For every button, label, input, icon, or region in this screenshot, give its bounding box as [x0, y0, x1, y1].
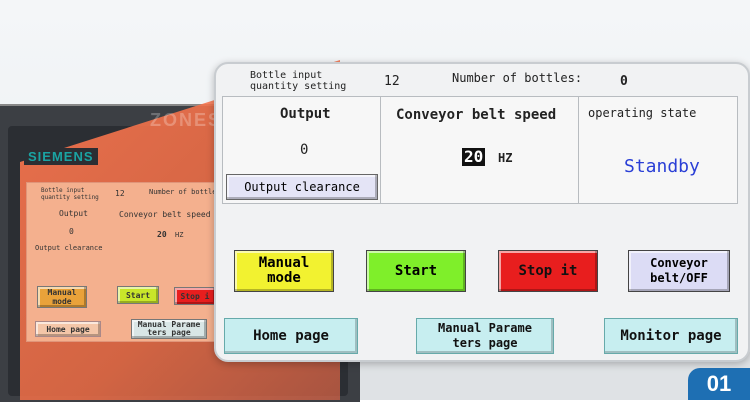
mini-bottle-input-value: 12	[115, 189, 125, 198]
mini-home-nav[interactable]: Home page	[35, 321, 101, 337]
output-value: 0	[300, 142, 309, 158]
page-number-badge: 01	[688, 368, 750, 400]
speed-label: Conveyor belt speed	[396, 107, 557, 123]
bottle-input-label: Bottle input quantity setting	[250, 70, 347, 92]
mini-stop-button[interactable]: Stop i	[174, 287, 216, 305]
speed-value[interactable]: 20	[462, 148, 486, 166]
mini-output-value: 0	[69, 227, 74, 236]
monitor-page-nav[interactable]: Monitor page	[604, 318, 738, 354]
output-clearance-button[interactable]: Output clearance	[226, 174, 378, 200]
mini-speed-value: 20	[157, 230, 167, 239]
conveyor-toggle-button[interactable]: Conveyor belt/OFF	[628, 250, 730, 292]
mini-manual-params-nav[interactable]: Manual Parame ters page	[131, 319, 207, 339]
stop-button[interactable]: Stop it	[498, 250, 598, 292]
mini-manual-mode-button[interactable]: Manual mode	[37, 286, 87, 308]
hmi-panel: Bottle input quantity setting 12 Number …	[214, 62, 750, 362]
manual-mode-button[interactable]: Manual mode	[234, 250, 334, 292]
mini-output-clear-button[interactable]: Output clearance	[35, 244, 102, 252]
bottle-input-value[interactable]: 12	[384, 74, 400, 89]
mini-output-label: Output	[59, 209, 88, 218]
brand-logo: SIEMENS	[24, 148, 98, 165]
state-value: Standby	[624, 156, 700, 177]
mini-speed-unit: HZ	[175, 231, 184, 239]
bottle-count-label: Number of bottles:	[452, 71, 583, 85]
speed-unit: HZ	[498, 151, 513, 165]
mini-hmi-screen: Bottle input quantity setting 12 Number …	[26, 182, 246, 342]
mini-bottle-input-label: Bottle input quantity setting	[41, 187, 99, 201]
manual-params-nav[interactable]: Manual Parame ters page	[416, 318, 554, 354]
mini-bottle-count-label: Number of bottles	[149, 188, 221, 196]
bottle-count-value: 0	[620, 74, 628, 89]
output-label: Output	[280, 106, 331, 122]
start-button[interactable]: Start	[366, 250, 466, 292]
state-label: operating state	[588, 106, 697, 120]
home-page-nav[interactable]: Home page	[224, 318, 358, 354]
mini-start-button[interactable]: Start	[117, 286, 159, 304]
mini-speed-label: Conveyor belt speed	[119, 210, 211, 219]
